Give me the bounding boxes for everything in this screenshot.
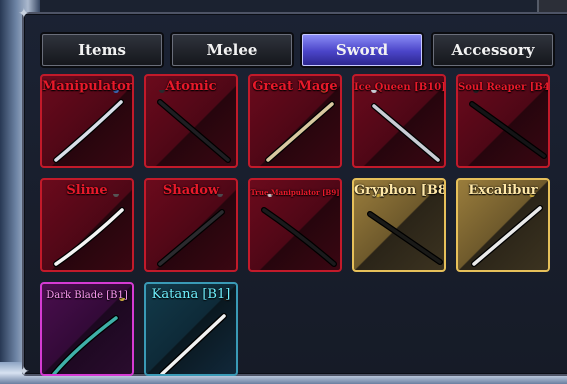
sword-card[interactable]: Slime	[40, 178, 134, 272]
sword-name: Manipulator	[42, 79, 133, 94]
inventory-panel: ✦ ✦ Items Melee Sword Accessory Manipula…	[18, 6, 567, 380]
tab-sword[interactable]: Sword	[302, 34, 422, 66]
sword-card[interactable]: Ice Queen [B10]	[352, 74, 446, 168]
corner-ornament-icon: ✦	[18, 364, 30, 380]
sword-card[interactable]: Atomic	[144, 74, 238, 168]
sword-card[interactable]: Katana [B1]	[144, 282, 238, 376]
sword-name: Atomic	[165, 79, 217, 94]
sword-name: Ice Queen [B10]	[354, 82, 446, 93]
sword-card[interactable]: Excalibur	[456, 178, 550, 272]
sword-name: Shadow	[162, 183, 220, 198]
sword-name: Katana [B1]	[151, 287, 231, 302]
tab-accessory[interactable]: Accessory	[433, 34, 553, 66]
sword-name: Slime	[66, 183, 108, 198]
sword-card[interactable]: Shadow	[144, 178, 238, 272]
tab-items[interactable]: Items	[42, 34, 162, 66]
sword-card[interactable]: True Manipulator [B9]	[248, 178, 342, 272]
sword-name: Dark Blade [B1]	[46, 290, 128, 301]
sword-name: Excalibur	[468, 183, 538, 198]
sword-name: Soul Reaper [B4]	[458, 82, 550, 93]
corner-ornament-icon: ✦	[18, 6, 30, 22]
sword-card[interactable]: Soul Reaper [B4]	[456, 74, 550, 168]
sword-card[interactable]: Gryphon [B8]	[352, 178, 446, 272]
sword-name: Gryphon [B8]	[354, 183, 446, 198]
sword-card[interactable]: Great Mage	[248, 74, 342, 168]
sword-name: True Manipulator [B9]	[250, 188, 340, 197]
sword-name: Great Mage	[252, 79, 338, 94]
sword-card[interactable]: Manipulator	[40, 74, 134, 168]
sword-card[interactable]: Dark Blade [B1]	[40, 282, 134, 376]
tab-melee[interactable]: Melee	[172, 34, 292, 66]
